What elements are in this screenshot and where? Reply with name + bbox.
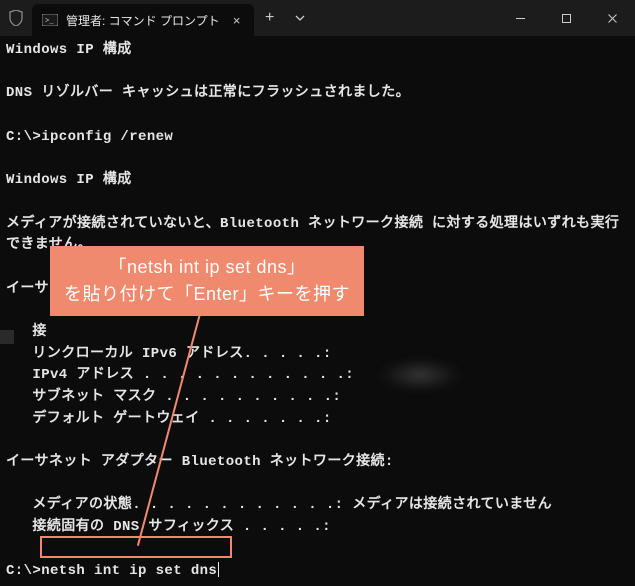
terminal-line: デフォルト ゲートウェイ . . . . . . .: [6, 409, 629, 431]
active-tab[interactable]: >_ 管理者: コマンド プロンプト × [32, 4, 254, 36]
tab-close-button[interactable]: × [228, 11, 246, 29]
callout-line1: 「netsh int ip set dns」 [64, 254, 350, 281]
tab-dropdown-button[interactable] [286, 0, 314, 36]
svg-text:>_: >_ [45, 18, 54, 26]
terminal-line: イーサネット アダプター Bluetooth ネットワーク接続: [6, 452, 629, 474]
terminal-line [6, 62, 629, 84]
titlebar-drag-area[interactable] [314, 0, 497, 36]
command-highlight [40, 536, 232, 558]
text-caret [218, 562, 219, 577]
terminal-line [6, 105, 629, 127]
tab-title: 管理者: コマンド プロンプト [66, 12, 220, 29]
redaction-smudge [380, 358, 460, 392]
terminal-line [6, 192, 629, 214]
callout-line2: を貼り付けて「Enter」キーを押す [64, 281, 350, 308]
instruction-callout: 「netsh int ip set dns」 を貼り付けて「Enter」キーを押… [50, 246, 364, 316]
terminal-line: DNS リゾルバー キャッシュは正常にフラッシュされました。 [6, 83, 629, 105]
terminal-line [6, 148, 629, 170]
terminal-line [6, 430, 629, 452]
terminal-line: Windows IP 構成 [6, 40, 629, 62]
redaction-strip [0, 330, 14, 344]
terminal-line: Windows IP 構成 [6, 170, 629, 192]
cmd-icon: >_ [42, 12, 58, 28]
maximize-button[interactable] [543, 0, 589, 36]
minimize-button[interactable] [497, 0, 543, 36]
terminal-line [6, 474, 629, 496]
terminal-line: C:\>ipconfig /renew [6, 127, 629, 149]
terminal-line: メディアの状態. . . . . . . . . . . .: メディアは接続さ… [6, 495, 629, 517]
new-tab-button[interactable]: + [254, 0, 286, 36]
shield-icon [0, 0, 32, 36]
close-window-button[interactable] [589, 0, 635, 36]
